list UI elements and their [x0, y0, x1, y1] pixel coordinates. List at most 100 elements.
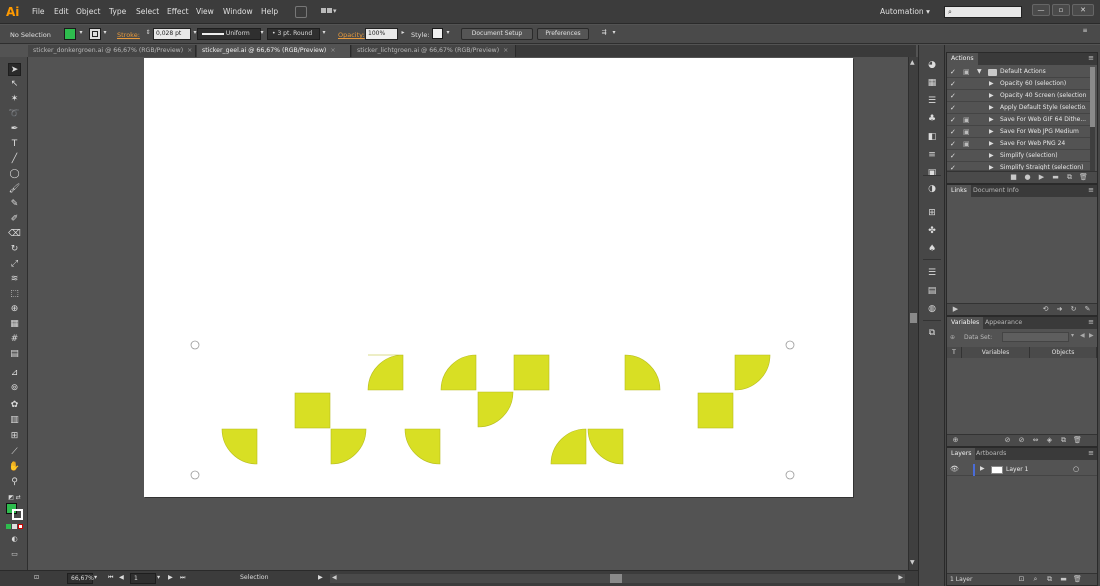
links-expand-icon[interactable]: ▶: [951, 305, 960, 314]
fill-swatch[interactable]: [64, 28, 76, 40]
zoom-menu-icon[interactable]: ⊡: [34, 574, 39, 581]
quarter-circle-shape[interactable]: [440, 354, 477, 391]
navigator-panel-icon[interactable]: ♠: [925, 243, 939, 256]
artboard-dropdown-icon[interactable]: ▾: [157, 574, 160, 581]
tab-appearance[interactable]: Appearance: [981, 317, 1026, 329]
expand-triangle-icon[interactable]: ▼: [977, 68, 985, 77]
color-panel-icon[interactable]: ◕: [925, 59, 939, 72]
rotate-tool-icon[interactable]: ↻: [8, 243, 21, 256]
tab-actions[interactable]: Actions: [947, 53, 978, 65]
expand-triangle-icon[interactable]: ▶: [989, 152, 997, 161]
vertical-scroll-thumb[interactable]: [910, 313, 917, 323]
opacity-field[interactable]: 100%: [365, 28, 398, 40]
action-row[interactable]: ✓ ▣ ▶ Save For Web GIF 64 Dithe...: [947, 115, 1090, 126]
new-variable-icon[interactable]: ⧉: [1059, 436, 1068, 445]
minimize-button[interactable]: —: [1032, 4, 1050, 16]
close-tab-icon[interactable]: ×: [187, 47, 192, 54]
menu-effect[interactable]: Effect: [167, 7, 189, 16]
menu-window[interactable]: Window: [223, 7, 253, 16]
blob-brush-tool-icon[interactable]: ✐: [8, 213, 21, 226]
column-objects-header[interactable]: Objects: [1030, 347, 1097, 358]
expand-triangle-icon[interactable]: ▶: [989, 104, 997, 113]
zoom-tool-icon[interactable]: ⚲: [8, 476, 21, 489]
warp-tool-icon[interactable]: ≋: [8, 273, 21, 286]
stroke-profile-select[interactable]: Uniform: [197, 28, 261, 40]
quarter-circle-shape[interactable]: [477, 391, 514, 428]
layer-row[interactable]: 👁 ▶ Layer 1 ○: [947, 464, 1097, 476]
checkmark-icon[interactable]: ✓: [950, 140, 960, 149]
menu-select[interactable]: Select: [136, 7, 159, 16]
maximize-button[interactable]: ▫: [1052, 4, 1070, 16]
menu-object[interactable]: Object: [76, 7, 100, 16]
perspective-grid-tool-icon[interactable]: ▦: [8, 318, 21, 331]
transparency-panel-icon[interactable]: ◑: [925, 183, 939, 196]
square-shape[interactable]: [294, 392, 331, 429]
new-set-icon[interactable]: ▬: [1051, 173, 1060, 182]
locate-object-icon[interactable]: ⌕: [1031, 575, 1040, 584]
draw-mode-icon[interactable]: ◐: [8, 533, 21, 546]
help-search-input[interactable]: ⌕: [944, 6, 1022, 18]
go-to-link-icon[interactable]: ➜: [1055, 305, 1064, 314]
gradient-tool-icon[interactable]: ▤: [8, 348, 21, 361]
edit-original-icon[interactable]: ✎: [1083, 305, 1092, 314]
tab-variables[interactable]: Variables: [947, 317, 984, 329]
stroke-color-box[interactable]: [12, 509, 23, 520]
vertical-scrollbar[interactable]: ▲ ▼: [908, 57, 918, 570]
character-panel-icon[interactable]: ▤: [925, 285, 939, 298]
ellipse-tool-icon[interactable]: ◯: [8, 168, 21, 181]
checkmark-icon[interactable]: ✓: [950, 92, 960, 101]
action-row[interactable]: ✓ ▶ Opacity 60 (selection): [947, 79, 1090, 90]
scroll-down-icon[interactable]: ▼: [910, 559, 915, 566]
swatches-panel-icon[interactable]: ▦: [925, 77, 939, 90]
make-clipping-mask-icon[interactable]: ⊡: [1017, 575, 1026, 584]
menu-file[interactable]: File: [32, 7, 45, 16]
column-type-header[interactable]: T: [947, 347, 962, 358]
shape-builder-tool-icon[interactable]: ⊕: [8, 303, 21, 316]
free-transform-tool-icon[interactable]: ⬚: [8, 288, 21, 301]
gradient-mode-icon[interactable]: [12, 524, 17, 529]
stroke-profile-dropdown-icon[interactable]: ▾: [258, 29, 266, 39]
menu-help[interactable]: Help: [261, 7, 278, 16]
expand-triangle-icon[interactable]: ▶: [989, 140, 997, 149]
stroke-label[interactable]: Stroke:: [117, 31, 140, 39]
scale-tool-icon[interactable]: ⤢: [8, 258, 21, 271]
current-tool-status[interactable]: Selection: [240, 574, 269, 581]
create-sublayer-icon[interactable]: ⧉: [1045, 575, 1054, 584]
quarter-circle-shape[interactable]: [624, 354, 661, 391]
stroke-stepper-icon[interactable]: ⇕: [144, 29, 152, 39]
expand-layer-icon[interactable]: ▶: [980, 465, 985, 472]
menu-edit[interactable]: Edit: [54, 7, 69, 16]
square-shape[interactable]: [513, 354, 550, 391]
graphic-styles-panel-icon[interactable]: ◧: [925, 131, 939, 144]
action-set-row[interactable]: ✓ ▣ ▼ Default Actions: [947, 67, 1090, 78]
previous-artboard-icon[interactable]: ◀: [119, 574, 124, 581]
symbol-sprayer-tool-icon[interactable]: ✿: [8, 399, 21, 412]
stroke-dropdown-icon[interactable]: ▾: [101, 29, 109, 39]
panel-menu-icon[interactable]: ≡: [1088, 449, 1094, 457]
make-visibility-dynamic-icon[interactable]: ⊘: [1003, 436, 1012, 445]
unbind-icon[interactable]: ⇔: [1031, 436, 1040, 445]
quarter-circle-shape[interactable]: [587, 428, 624, 465]
dataset-select[interactable]: [1002, 332, 1069, 342]
make-graph-dynamic-icon[interactable]: ◈: [1045, 436, 1054, 445]
opacity-slider-icon[interactable]: ▸: [399, 29, 407, 39]
fill-dropdown-icon[interactable]: ▾: [77, 29, 85, 39]
sticker-corner-marker[interactable]: [785, 340, 795, 350]
brushes-panel-icon[interactable]: ☰: [925, 95, 939, 108]
delete-variable-icon[interactable]: 🗑: [1073, 436, 1082, 445]
update-link-icon[interactable]: ↻: [1069, 305, 1078, 314]
artboard[interactable]: [144, 58, 853, 497]
magic-wand-tool-icon[interactable]: ✶: [8, 93, 21, 106]
quarter-circle-shape[interactable]: [367, 354, 404, 391]
stroke-panel-icon[interactable]: ≡: [925, 149, 939, 162]
action-row[interactable]: ✓ ▶ Apply Default Style (selectio...: [947, 103, 1090, 114]
panel-menu-icon[interactable]: ≡: [1088, 318, 1094, 326]
checkmark-icon[interactable]: ✓: [950, 128, 960, 137]
control-bar-menu-icon[interactable]: ≡: [1081, 27, 1089, 37]
close-button[interactable]: ✕: [1072, 4, 1094, 16]
last-artboard-icon[interactable]: ⏭: [180, 574, 186, 582]
sticker-corner-marker[interactable]: [190, 470, 200, 480]
checkmark-icon[interactable]: ✓: [950, 116, 960, 125]
actions-scroll-thumb[interactable]: [1090, 67, 1095, 127]
direct-selection-tool-icon[interactable]: ↖: [8, 78, 21, 91]
